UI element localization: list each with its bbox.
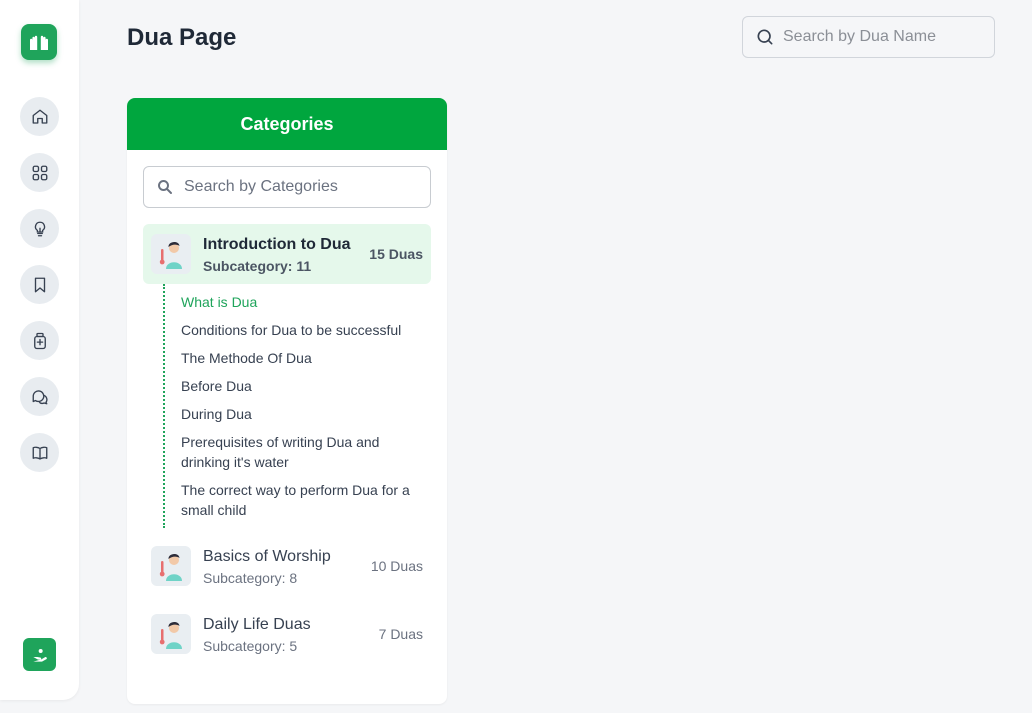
book-icon [32, 446, 47, 460]
praying-hands-icon [30, 35, 48, 50]
categories-panel: Categories Introduction to Dua Subcatego… [127, 98, 447, 704]
category-illustration [151, 234, 191, 274]
nav-categories[interactable] [20, 153, 59, 192]
donate-button[interactable] [23, 638, 56, 671]
category-name: Basics of Worship [203, 547, 331, 565]
category-subcount: Subcategory: 5 [203, 637, 298, 654]
category-item[interactable]: Daily Life Duas Subcategory: 5 7 Duas [143, 604, 431, 664]
subcategory-item[interactable]: What is Dua [181, 292, 421, 312]
category-search[interactable] [143, 166, 431, 208]
nav-books[interactable] [20, 433, 59, 472]
category-name: Daily Life Duas [203, 615, 311, 633]
category-item[interactable]: Basics of Worship Subcategory: 8 10 Duas [143, 536, 431, 596]
category-dua-count: 10 Duas [370, 558, 423, 574]
category-subcount: Subcategory: 11 [203, 257, 312, 274]
categories-title: Categories [127, 98, 447, 150]
category-illustration [151, 614, 191, 654]
nav-bookmarks[interactable] [20, 265, 59, 304]
subcategory-item[interactable]: During Dua [181, 404, 421, 424]
subcategory-item[interactable]: Before Dua [181, 376, 421, 396]
search-icon [757, 29, 773, 45]
hand-donate-icon [32, 648, 47, 662]
subcategory-item[interactable]: The Methode Of Dua [181, 348, 421, 368]
subcategory-list: What is Dua Conditions for Dua to be suc… [163, 284, 423, 528]
nav-ruqyah[interactable] [20, 321, 59, 360]
page-title: Dua Page [127, 24, 237, 51]
category-illustration [151, 546, 191, 586]
subcategory-item[interactable]: Conditions for Dua to be successful [181, 320, 421, 340]
dua-search-input[interactable] [783, 28, 973, 46]
subcategory-item[interactable]: The correct way to perform Dua for a sma… [181, 480, 421, 520]
chat-icon [32, 389, 48, 404]
grid-icon [32, 165, 47, 180]
search-icon [158, 180, 172, 194]
category-item[interactable]: Introduction to Dua Subcategory: 11 15 D… [143, 224, 431, 284]
nav-ideas[interactable] [20, 209, 59, 248]
subcategory-item[interactable]: Prerequisites of writing Dua and drinkin… [181, 432, 421, 472]
home-icon [32, 109, 47, 124]
category-subcount: Subcategory: 8 [203, 569, 298, 586]
logo[interactable] [21, 24, 57, 60]
dua-search[interactable] [742, 16, 995, 58]
nav-home[interactable] [20, 97, 59, 136]
lightbulb-icon [34, 221, 45, 236]
sidebar [0, 0, 79, 700]
bookmark-icon [34, 277, 45, 292]
doctor-fever-icon [159, 553, 182, 581]
medicine-icon [33, 332, 46, 349]
doctor-fever-icon [159, 621, 182, 649]
category-dua-count: 15 Duas [369, 246, 423, 262]
category-dua-count: 7 Duas [378, 626, 423, 642]
category-name: Introduction to Dua [203, 235, 351, 253]
nav-questions[interactable] [20, 377, 59, 416]
category-search-input[interactable] [184, 178, 424, 196]
doctor-fever-icon [159, 241, 182, 269]
